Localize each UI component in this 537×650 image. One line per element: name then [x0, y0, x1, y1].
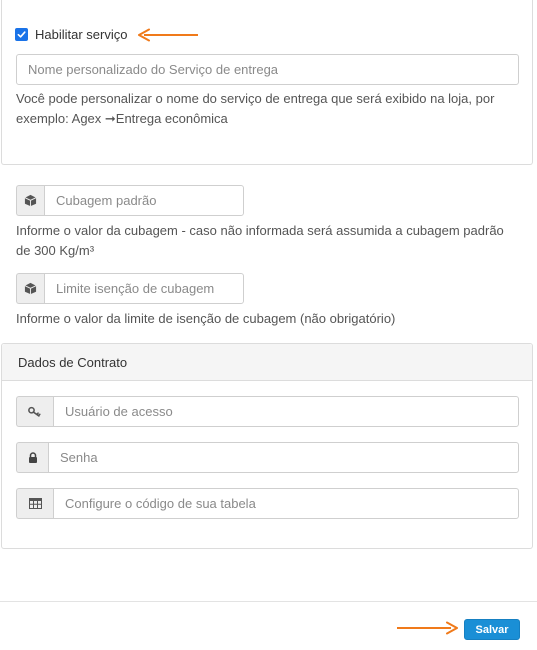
- cubage-exemption-field: [16, 273, 244, 304]
- custom-service-name-input[interactable]: [16, 54, 519, 85]
- enable-service-row[interactable]: Habilitar serviço: [15, 27, 127, 42]
- cubage-exemption-input[interactable]: [44, 273, 244, 304]
- custom-name-help-text: Você pode personalizar o nome do serviço…: [16, 91, 495, 126]
- password-field: [16, 442, 519, 473]
- annotation-arrow-icon: [138, 28, 198, 42]
- check-icon: [17, 31, 26, 38]
- default-cubage-field: [16, 185, 244, 216]
- box-icon: [16, 273, 44, 304]
- table-code-input[interactable]: [53, 488, 519, 519]
- box-icon: [16, 185, 44, 216]
- annotation-arrow-icon: [397, 621, 458, 635]
- password-input[interactable]: [48, 442, 519, 473]
- username-field: [16, 396, 519, 427]
- lock-icon: [16, 442, 48, 473]
- table-icon: [16, 488, 53, 519]
- username-input[interactable]: [53, 396, 519, 427]
- key-icon: [16, 396, 53, 427]
- default-cubage-help-text: Informe o valor da cubagem - caso não in…: [16, 223, 504, 258]
- cubage-exemption-help-text: Informe o valor da limite de isenção de …: [16, 311, 396, 326]
- footer-divider: [0, 601, 537, 602]
- table-code-field: [16, 488, 519, 519]
- save-button[interactable]: Salvar: [464, 619, 520, 640]
- enable-service-checkbox[interactable]: [15, 28, 28, 41]
- default-cubage-input[interactable]: [44, 185, 244, 216]
- contract-panel-heading: Dados de Contrato: [2, 344, 532, 381]
- enable-service-label: Habilitar serviço: [35, 27, 128, 42]
